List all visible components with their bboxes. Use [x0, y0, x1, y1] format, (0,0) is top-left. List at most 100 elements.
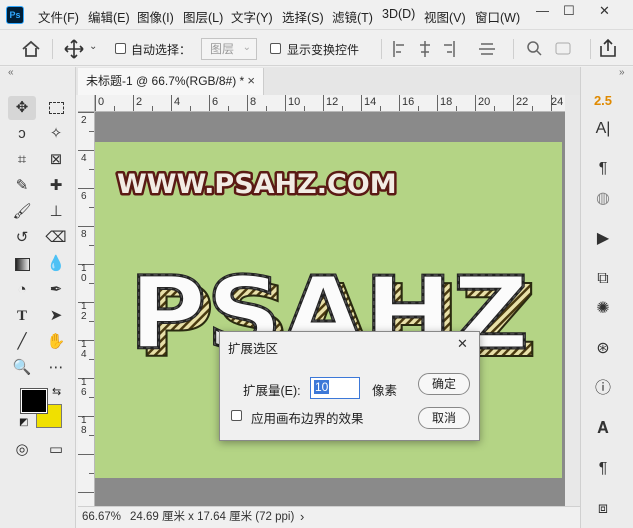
brush-tool-icon[interactable]: 🖌 [11, 201, 33, 223]
dodge-tool-icon[interactable]: ◔ [11, 279, 33, 301]
tools-panel: « ✥ ↄ ✧ ⌗ ⊠ ✎ ✚ 🖌 ⊥ ↺ ⌫ 💧 ◔ ✒ T ➤ ╱ ✋ 🔍 … [0, 67, 76, 528]
menu-select[interactable]: 选择(S) [282, 7, 324, 26]
zoom-tool-icon[interactable]: 🔍 [11, 357, 33, 379]
close-tab-icon[interactable]: × [247, 68, 255, 94]
menu-view[interactable]: 视图(V) [424, 7, 466, 26]
status-menu-arrow-icon[interactable]: › [300, 507, 304, 527]
ruler-label: 18 [440, 96, 453, 108]
ruler-tick [513, 95, 514, 111]
marquee-tool-icon[interactable] [45, 97, 67, 119]
ruler-tick [89, 131, 94, 132]
info-panel-icon[interactable]: ⓘ [589, 377, 617, 401]
menu-image[interactable]: 图像(I) [137, 7, 174, 26]
ruler-label: 24 [551, 96, 564, 108]
type-tool-icon[interactable]: T [11, 305, 33, 327]
search-icon[interactable] [526, 40, 576, 58]
share-icon[interactable] [598, 38, 618, 58]
blur-tool-icon[interactable]: 💧 [45, 253, 67, 275]
libraries-icon[interactable]: ⧈ [589, 497, 617, 521]
document-tab[interactable]: 未标题-1 @ 66.7%(RGB/8#) * × [78, 68, 264, 95]
ruler-label: 4 [174, 96, 181, 108]
more-tools-icon[interactable]: ⋯ [45, 357, 67, 379]
layer-comps-icon[interactable]: ⧉ [589, 267, 617, 291]
chevron-down-icon[interactable]: ⌄ [89, 41, 97, 52]
clone-stamp-tool-icon[interactable]: ⊥ [45, 201, 67, 223]
ok-button[interactable]: 确定 [418, 373, 470, 395]
magic-wand-tool-icon[interactable]: ✧ [45, 123, 67, 145]
vertical-ruler[interactable]: 2 4 6 8 1 0 1 2 1 4 1 6 1 8 [78, 112, 95, 506]
quick-mask-icon[interactable]: ◎ [11, 439, 33, 461]
document-size: 24.69 厘米 x 17.64 厘米 (72 ppi) [130, 511, 295, 523]
lasso-tool-icon[interactable]: ↄ [11, 123, 33, 145]
menu-layer[interactable]: 图层(L) [183, 7, 223, 26]
ruler-tick [456, 106, 457, 111]
screen-mode-icon[interactable]: ▭ [45, 439, 67, 461]
menu-type[interactable]: 文字(Y) [231, 7, 273, 26]
history-brush-tool-icon[interactable]: ↺ [11, 227, 33, 249]
default-colors-icon[interactable]: ◩ [19, 417, 28, 428]
pen-tool-icon[interactable]: ✒ [45, 279, 67, 301]
ruler-label: 20 [478, 96, 491, 108]
eraser-tool-icon[interactable]: ⌫ [45, 227, 67, 249]
frame-tool-icon[interactable]: ⊠ [45, 149, 67, 171]
maximize-button[interactable]: ☐ [563, 3, 575, 19]
collapse-icon[interactable]: « [8, 67, 14, 78]
paragraph-styles-icon[interactable]: ¶ [589, 457, 617, 481]
character-panel-icon[interactable]: A| [589, 117, 617, 141]
glyphs-panel-icon[interactable]: ◍ [589, 187, 617, 211]
align-icons[interactable] [391, 40, 511, 58]
line-tool-icon[interactable]: ╱ [11, 331, 33, 353]
auto-select-checkbox[interactable] [115, 43, 126, 54]
ruler-tick [475, 95, 476, 111]
close-window-button[interactable]: ✕ [599, 3, 610, 19]
auto-select-target-dropdown[interactable]: 图层 ⌄ [201, 38, 257, 60]
home-icon[interactable] [21, 40, 41, 58]
hand-tool-icon[interactable]: ✋ [45, 331, 67, 353]
ruler-label: 10 [288, 96, 301, 108]
ruler-tick [190, 106, 191, 111]
ruler-tick [78, 150, 94, 151]
ruler-tick [89, 283, 94, 284]
chevron-down-icon: ⌄ [242, 42, 251, 53]
menu-file[interactable]: 文件(F) [38, 7, 79, 26]
zoom-level[interactable]: 66.67% [82, 507, 121, 527]
menu-3d[interactable]: 3D(D) [382, 7, 415, 21]
eyedropper-tool-icon[interactable]: ✎ [11, 175, 33, 197]
swap-colors-icon[interactable]: ⇆ [52, 385, 61, 398]
ruler-tick [78, 112, 94, 113]
expand-icon[interactable]: » [619, 67, 625, 78]
show-transform-checkbox[interactable] [270, 43, 281, 54]
paragraph-panel-icon[interactable]: ¶ [589, 157, 617, 181]
properties-icon[interactable]: ⊛ [589, 337, 617, 361]
ruler-tick [494, 106, 495, 111]
ruler-tick [89, 359, 94, 360]
healing-brush-tool-icon[interactable]: ✚ [45, 175, 67, 197]
vertical-scrollbar[interactable] [565, 95, 580, 506]
dialog-close-icon[interactable]: ✕ [457, 336, 468, 352]
menu-window[interactable]: 窗口(W) [475, 7, 520, 26]
ruler-label: 6 [212, 96, 219, 108]
actions-panel-icon[interactable]: ▶ [589, 227, 617, 251]
menu-filter[interactable]: 滤镜(T) [332, 7, 373, 26]
ruler-tick [399, 95, 400, 111]
apply-canvas-bounds-checkbox[interactable] [231, 410, 242, 421]
document-tab-title: 未标题-1 @ 66.7%(RGB/8#) * [86, 74, 245, 88]
foreground-color-swatch[interactable] [20, 388, 48, 414]
move-tool-icon[interactable]: ✥ [11, 97, 33, 119]
gradient-tool-icon[interactable] [11, 253, 33, 275]
ruler-tick [89, 321, 94, 322]
expand-by-label: 扩展量(E): [243, 384, 301, 398]
menu-edit[interactable]: 编辑(E) [88, 7, 130, 26]
character-styles-icon[interactable]: 𝐀 [589, 417, 617, 441]
path-selection-tool-icon[interactable]: ➤ [45, 305, 67, 327]
options-bar: ⌄ 自动选择： 图层 ⌄ 显示变换控件 [0, 31, 633, 66]
crop-tool-icon[interactable]: ⌗ [11, 149, 33, 171]
horizontal-ruler[interactable]: 0 2 4 6 8 10 12 14 16 18 20 22 24 [95, 95, 565, 112]
expand-by-value: 10 [314, 380, 330, 394]
move-tool-icon[interactable] [64, 39, 84, 59]
minimize-button[interactable]: — [536, 3, 549, 18]
expand-by-input[interactable]: 10 [310, 377, 360, 399]
cancel-button[interactable]: 取消 [418, 407, 470, 429]
adjustments-icon[interactable]: ✺ [589, 297, 617, 321]
ruler-tick [95, 95, 96, 111]
